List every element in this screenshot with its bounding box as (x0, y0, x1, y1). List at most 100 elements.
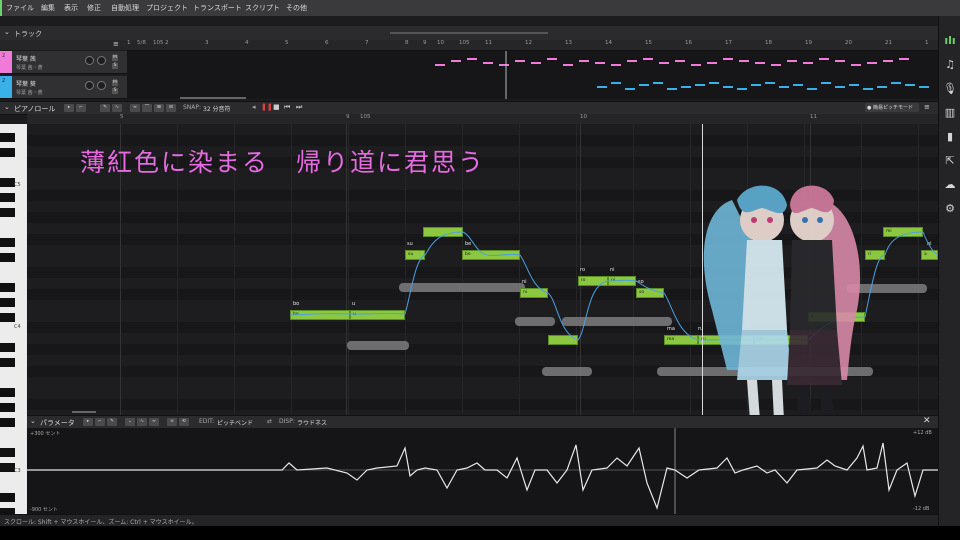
ruler-num: 11 (810, 114, 817, 120)
menu-transport[interactable]: トランスポート (193, 0, 242, 16)
black-key[interactable] (0, 283, 15, 292)
menu-edit[interactable]: 編集 (41, 0, 55, 16)
zoom-scrollbar[interactable] (180, 97, 246, 99)
volume-knob[interactable] (85, 81, 94, 90)
ruler-num: 5/8 (137, 40, 146, 46)
black-key[interactable] (0, 343, 15, 352)
edit-param-select[interactable]: ピッチベンド (217, 418, 253, 427)
range-tool-icon[interactable]: ⌐ (95, 418, 105, 426)
menu-script[interactable]: スクリプト (245, 0, 280, 16)
reset-tool-icon[interactable]: ⟲ (179, 418, 189, 426)
disp-param-select[interactable]: ラウドネス (297, 418, 327, 427)
collapse-chevron-icon[interactable]: ⌄ (30, 417, 36, 425)
ruler-num: 5 (120, 114, 124, 120)
track-name[interactable]: 琴葉 葵 (16, 79, 36, 88)
next-icon[interactable]: ⏭ (296, 103, 302, 112)
vibrato-tool-icon[interactable]: ≈ (149, 418, 159, 426)
zoom-tool-icon[interactable]: ± (167, 418, 177, 426)
ruler-num: 2 (165, 40, 169, 46)
cloud-icon[interactable]: ☁ (939, 174, 960, 196)
black-key[interactable] (0, 253, 15, 262)
library-icon[interactable]: ▥ (939, 102, 960, 124)
curve-tool-icon[interactable]: ∿ (137, 418, 147, 426)
menu-auto-process[interactable]: 自動処理 (111, 0, 139, 16)
ruler-num: 105 (360, 114, 371, 120)
grid-tool-icon[interactable]: ⊞ (154, 104, 164, 112)
solo-button[interactable]: S (112, 63, 118, 69)
piano-roll-header: ⌄ ピアノロール ▸ ⌐ ✎ ∿ ≈ ⌒ ⊞ ⊟ SNAP: 32 分音符 ◂ … (0, 97, 938, 115)
stop-icon[interactable]: ■ (273, 103, 280, 111)
black-key[interactable] (0, 208, 15, 217)
key-label: C3 (14, 468, 21, 474)
black-key[interactable] (0, 148, 15, 157)
line-tool-icon[interactable]: ⌄ (125, 418, 135, 426)
pan-knob[interactable] (97, 56, 106, 65)
pencil-tool-icon[interactable]: ✎ (100, 104, 110, 112)
collapse-chevron-icon[interactable]: ⌄ (4, 28, 10, 36)
note-icon[interactable]: ♫ (939, 54, 960, 76)
menu-file[interactable]: ファイル (6, 0, 34, 16)
black-key[interactable] (0, 448, 15, 457)
solo-button[interactable]: S (112, 88, 118, 94)
track-row-aoi[interactable]: 2 琴葉 葵 琴葉 茜・蒼 M S (0, 76, 127, 99)
swap-icon[interactable]: ⇄ (267, 418, 272, 425)
select-tool-icon[interactable]: ▸ (64, 104, 74, 112)
black-key[interactable] (0, 133, 15, 142)
black-key[interactable] (0, 403, 15, 412)
mute-button[interactable]: M (112, 55, 118, 61)
vibrato-tool-icon[interactable]: ≈ (130, 104, 140, 112)
black-key[interactable] (0, 238, 15, 247)
ruler-num: 1 (925, 40, 929, 46)
black-key[interactable] (0, 388, 15, 397)
split-tool-icon[interactable]: ⊟ (166, 104, 176, 112)
range-tool-icon[interactable]: ⌐ (76, 104, 86, 112)
track-timeline[interactable] (127, 51, 938, 99)
black-key[interactable] (0, 313, 15, 322)
menu-other[interactable]: その他 (286, 0, 307, 16)
parameter-graph[interactable]: +300 セント -900 セント +12 dB -12 dB (27, 428, 938, 514)
volume-knob[interactable] (85, 56, 94, 65)
play-backward-icon[interactable]: ◂ (252, 103, 256, 111)
track-row-akane[interactable]: 2 琴葉 茜 琴葉 茜・蒼 M S (0, 51, 127, 74)
black-key[interactable] (0, 493, 15, 502)
ruler-num: 11 (485, 40, 492, 46)
ruler-num: 21 (885, 40, 892, 46)
black-key[interactable] (0, 418, 15, 427)
edit-label: EDIT: (199, 418, 215, 425)
menu-view[interactable]: 表示 (64, 0, 78, 16)
black-key[interactable] (0, 178, 15, 187)
pause-icon[interactable]: ❚❚ (261, 103, 273, 111)
select-tool-icon[interactable]: ▸ (83, 418, 93, 426)
track-name[interactable]: 琴葉 茜 (16, 54, 36, 63)
pitch-mode-label: ● 簡易ピッチモード (867, 105, 913, 111)
param-scrollbar[interactable] (72, 411, 96, 413)
black-key[interactable] (0, 193, 15, 202)
pencil-tool-icon[interactable]: ✎ (107, 418, 117, 426)
prev-icon[interactable]: ⏮ (284, 103, 290, 112)
mute-button[interactable]: M (112, 80, 118, 86)
ruler-num: 10 (580, 114, 587, 120)
piano-keyboard[interactable]: C5 C4 C3 (0, 124, 27, 522)
ruler-num: 18 (765, 40, 772, 46)
pan-knob[interactable] (97, 81, 106, 90)
menu-project[interactable]: プロジェクト (146, 0, 188, 16)
track-menu-icon[interactable]: ≡ (113, 40, 119, 48)
track-ruler[interactable]: 1 5/8 105 2 3 4 5 6 7 8 9 10 105 11 12 1… (127, 40, 938, 51)
gear-icon[interactable]: ⚙ (939, 198, 960, 220)
book-icon[interactable]: ▮ (939, 126, 960, 148)
black-key[interactable] (0, 463, 15, 472)
snap-select[interactable]: 32 分音符 (203, 104, 231, 113)
export-icon[interactable]: ⇱ (939, 150, 960, 172)
smooth-tool-icon[interactable]: ⌒ (142, 104, 152, 112)
menu-modify[interactable]: 修正 (87, 0, 101, 16)
playhead[interactable] (702, 124, 703, 415)
black-key[interactable] (0, 298, 15, 307)
mic-icon[interactable]: 🎙 (939, 78, 960, 100)
piano-roll-menu-icon[interactable]: ≡ (924, 103, 930, 111)
pitch-mode-toggle[interactable]: ● 簡易ピッチモード (865, 103, 919, 112)
black-key[interactable] (0, 358, 15, 367)
track-scrollbar[interactable] (390, 32, 548, 34)
close-icon[interactable]: ✕ (923, 416, 931, 426)
curve-tool-icon[interactable]: ∿ (112, 104, 122, 112)
collapse-chevron-icon[interactable]: ⌄ (4, 103, 10, 111)
